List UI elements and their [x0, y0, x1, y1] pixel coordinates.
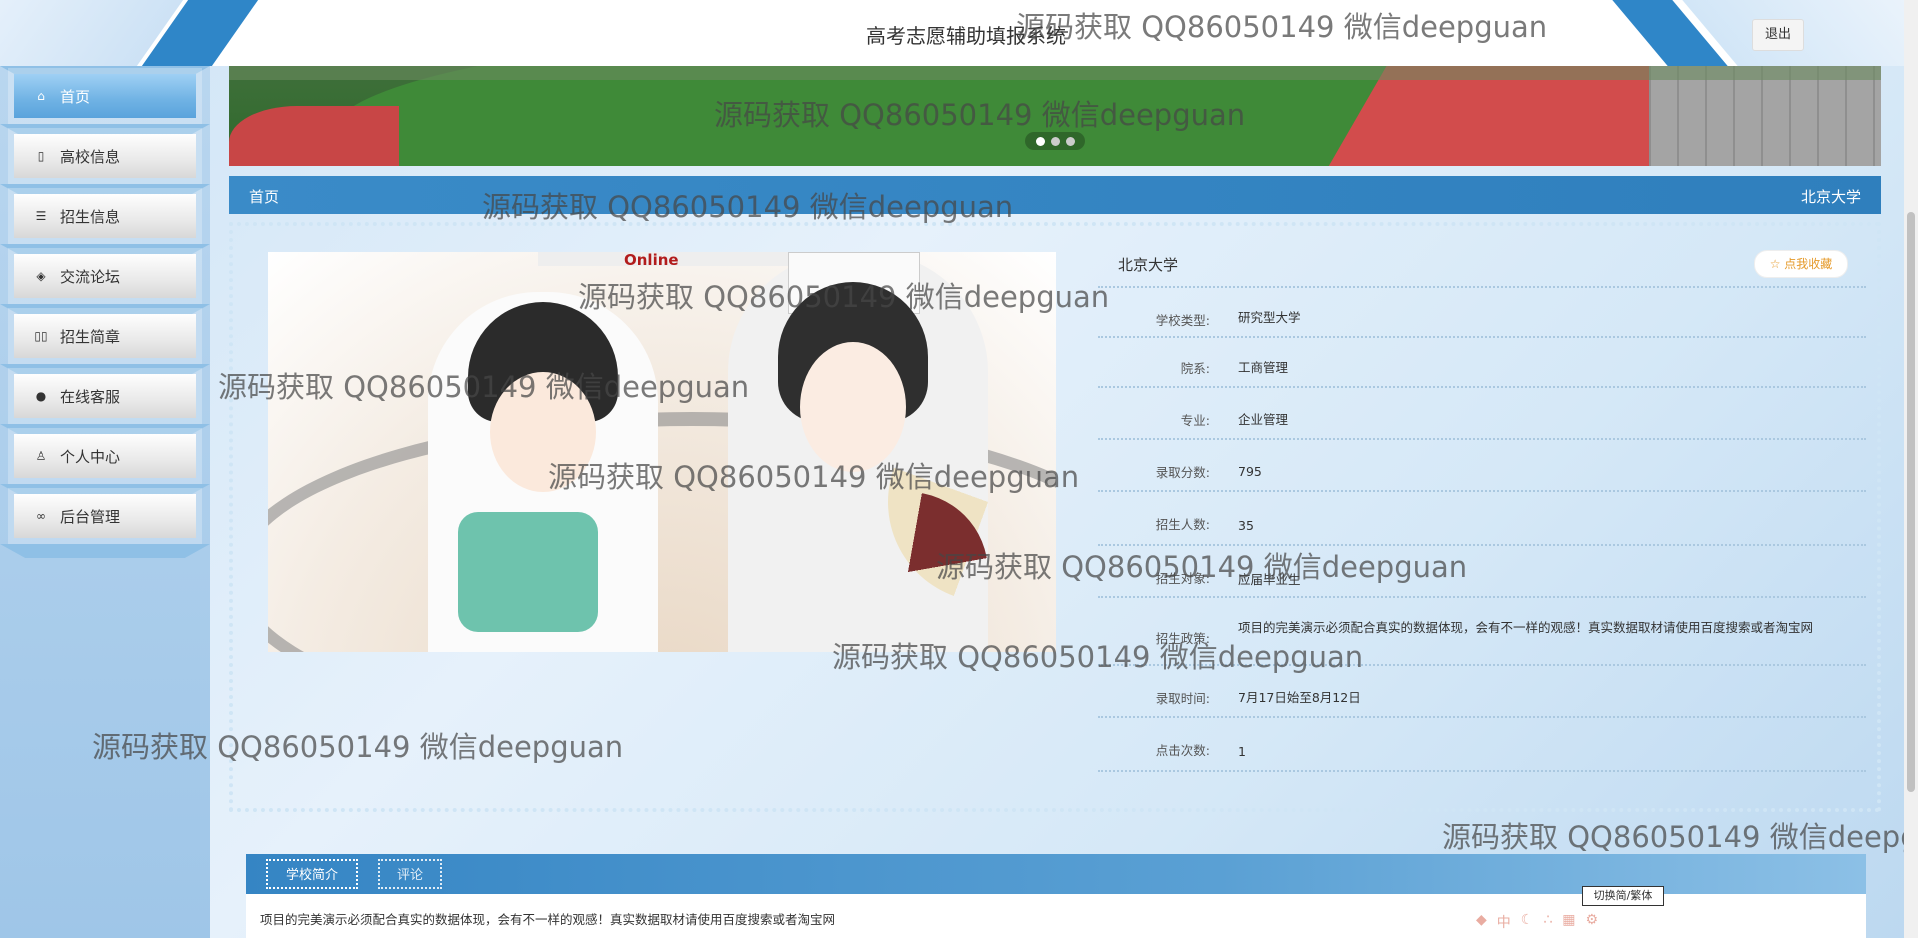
school-intro-text: 项目的完美演示必须配合真实的数据体现，会有不一样的观感！真实数据取材请使用百度搜…	[260, 912, 836, 927]
sidebar-item-label: 个人中心	[60, 447, 121, 466]
breadcrumb-home-link[interactable]: 首页	[249, 186, 279, 207]
photo-fan-red	[828, 492, 988, 652]
columns-icon: ▯▯	[34, 329, 48, 343]
info-row-clicks: 点击次数: 1	[1098, 718, 1866, 772]
toolbar-keyboard-icon[interactable]: ▦	[1562, 912, 1575, 932]
toolbar-punctuation-icon[interactable]: ∴	[1543, 912, 1552, 932]
info-label: 学校类型:	[1155, 313, 1210, 328]
sidebar-item-support[interactable]: ● 在线客服	[14, 374, 196, 418]
info-label: 招生对象:	[1155, 571, 1210, 586]
sidebar-item-label: 高校信息	[60, 147, 121, 166]
layers-icon: ◈	[36, 269, 46, 283]
info-value: 7月17日始至8月12日	[1238, 690, 1361, 705]
sidebar: ⌂ 首页 ▯ 高校信息 ☰ 招生信息 ◈ 交流论坛 ▯▯ 招生简章 ● 在线客服…	[0, 66, 210, 938]
switch-script-button[interactable]: 切换简/繁体	[1582, 886, 1664, 906]
tab-comments[interactable]: 评论	[378, 859, 442, 889]
info-value: 应届毕业生	[1238, 572, 1301, 587]
carousel-dot[interactable]	[1035, 136, 1045, 146]
watermark-text: 源码获取 QQ86050149 微信deepguan	[1442, 820, 1904, 854]
info-label: 招生政策:	[1155, 631, 1210, 646]
logout-button[interactable]: 退出	[1752, 19, 1804, 51]
carousel-dot[interactable]	[1050, 136, 1060, 146]
sidebar-item-label: 后台管理	[60, 507, 121, 526]
info-value: 工商管理	[1238, 360, 1289, 375]
info-label: 录取时间:	[1155, 691, 1210, 706]
photo-logo-strip: Online	[538, 252, 788, 269]
info-row-major: 专业: 企业管理	[1098, 388, 1866, 440]
info-value: 研究型大学	[1238, 310, 1301, 325]
carousel-dot[interactable]	[1065, 136, 1075, 146]
document-icon: ▯	[37, 149, 45, 163]
chat-icon: ●	[35, 389, 47, 403]
school-name: 北京大学	[1118, 256, 1179, 274]
sidebar-item-brochure[interactable]: ▯▯ 招生简章	[14, 314, 196, 358]
info-row-target: 招生对象: 应届毕业生	[1098, 546, 1866, 598]
info-label: 招生人数:	[1155, 517, 1210, 532]
favorite-button[interactable]: ☆ 点我收藏	[1754, 250, 1848, 278]
info-row-school-type: 学校类型: 研究型大学	[1098, 286, 1866, 338]
school-photo: Online	[268, 252, 1056, 652]
top-header: 高考志愿辅助填报系统 退出	[0, 0, 1918, 66]
info-row-admission-time: 录取时间: 7月17日始至8月12日	[1098, 666, 1866, 718]
photo-face-left	[490, 372, 596, 492]
tab-school-intro[interactable]: 学校简介	[266, 859, 358, 889]
toolbar-logo-icon[interactable]: ◆	[1476, 912, 1487, 932]
link-icon: ∞	[36, 509, 46, 523]
site-title: 高考志愿辅助填报系统	[866, 24, 1066, 48]
info-label: 点击次数:	[1155, 743, 1210, 758]
breadcrumb: 首页 北京大学	[229, 176, 1881, 214]
photo-face-right	[800, 342, 906, 472]
sidebar-item-colleges[interactable]: ▯ 高校信息	[14, 134, 196, 178]
info-row-quota: 招生人数: 35	[1098, 492, 1866, 546]
info-label: 院系:	[1180, 361, 1210, 376]
info-value: 企业管理	[1238, 412, 1289, 427]
banner-image-pavement	[1649, 66, 1881, 166]
info-label: 专业:	[1180, 413, 1210, 428]
sidebar-item-admissions[interactable]: ☰ 招生信息	[14, 194, 196, 238]
info-value: 795	[1238, 464, 1262, 479]
carousel-indicators	[1025, 132, 1085, 150]
banner-image-edge	[229, 66, 1881, 80]
sidebar-item-label: 在线客服	[60, 387, 121, 406]
home-icon: ⌂	[37, 89, 45, 103]
info-value: 35	[1238, 518, 1254, 533]
breadcrumb-current: 北京大学	[1800, 188, 1861, 206]
sidebar-item-admin[interactable]: ∞ 后台管理	[14, 494, 196, 538]
photo-logo-text: Online	[624, 252, 679, 269]
info-row-department: 院系: 工商管理	[1098, 336, 1866, 388]
sidebar-item-profile[interactable]: ♙ 个人中心	[14, 434, 196, 478]
sidebar-item-label: 首页	[60, 87, 91, 106]
toolbar-moon-icon[interactable]: ☾	[1521, 912, 1534, 932]
photo-green-robe	[458, 512, 598, 632]
info-row-score: 录取分数: 795	[1098, 440, 1866, 492]
sliders-icon: ☰	[35, 209, 47, 223]
banner-image-track-left	[229, 106, 399, 166]
toolbar-gear-icon[interactable]: ⚙	[1586, 912, 1599, 932]
scrollbar-thumb[interactable]	[1907, 212, 1915, 792]
info-row-policy: 招生政策: 项目的完美演示必须配合真实的数据体现，会有不一样的观感！真实数据取材…	[1098, 598, 1866, 666]
sidebar-item-home[interactable]: ⌂ 首页	[14, 74, 196, 118]
sidebar-item-forum[interactable]: ◈ 交流论坛	[14, 254, 196, 298]
info-value: 项目的完美演示必须配合真实的数据体现，会有不一样的观感！真实数据取材请使用百度搜…	[1238, 620, 1814, 635]
input-toolbar: ◆ 中 ☾ ∴ ▦ ⚙	[1476, 912, 1598, 932]
info-label: 录取分数:	[1155, 465, 1210, 480]
sidebar-item-label: 招生信息	[60, 207, 121, 226]
sidebar-divider	[0, 544, 210, 558]
sidebar-item-label: 招生简章	[60, 327, 121, 346]
page-scrollbar[interactable]	[1904, 0, 1918, 938]
toolbar-chinese-icon[interactable]: 中	[1497, 912, 1511, 932]
info-value: 1	[1238, 744, 1246, 759]
sidebar-item-label: 交流论坛	[60, 267, 121, 286]
user-icon: ♙	[35, 449, 47, 463]
banner-carousel[interactable]	[229, 66, 1881, 166]
